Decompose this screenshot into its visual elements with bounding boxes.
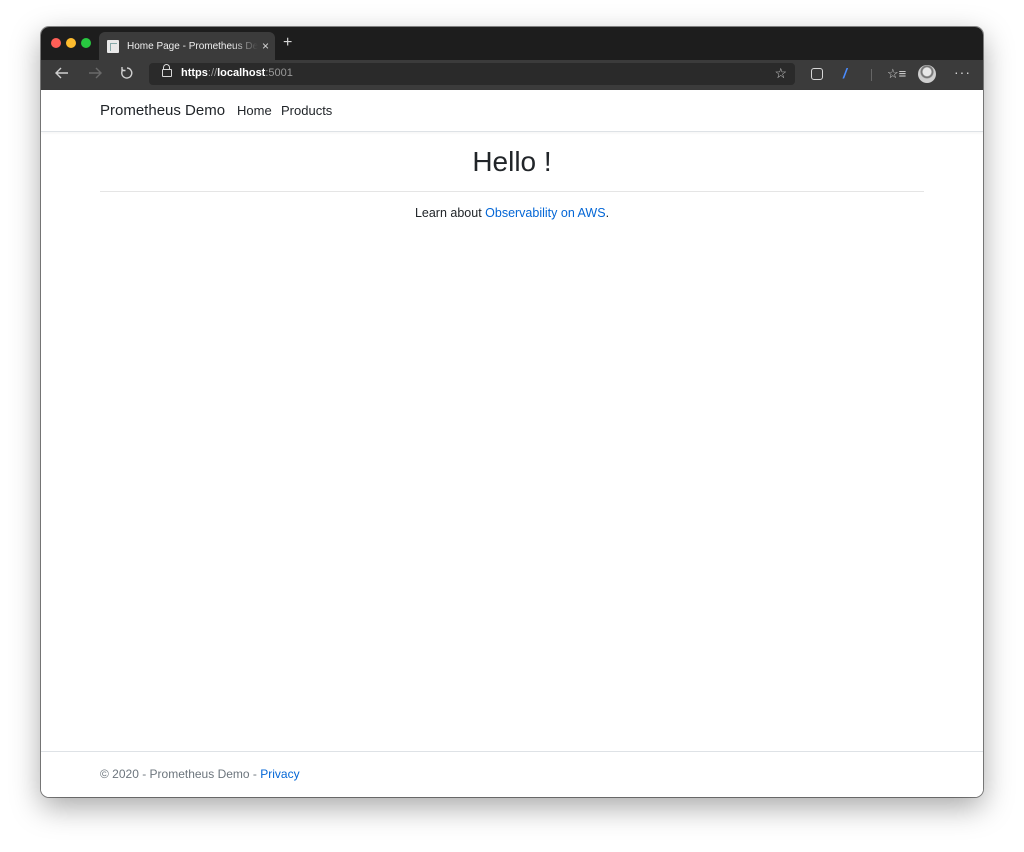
url-text: https://localhost:5001 bbox=[181, 67, 293, 79]
star-icon[interactable]: ☆ bbox=[774, 65, 787, 82]
lead-text: Learn about Observability on AWS. bbox=[41, 206, 983, 220]
page-favicon-icon bbox=[107, 39, 119, 53]
privacy-link[interactable]: Privacy bbox=[260, 767, 299, 781]
extension-icon[interactable] bbox=[811, 68, 823, 80]
web-page: Prometheus Demo Home Products Hello ! Le… bbox=[41, 90, 983, 797]
forward-arrow-icon[interactable] bbox=[88, 66, 102, 84]
address-bar[interactable]: https://localhost:5001 ☆ bbox=[149, 63, 795, 85]
tab-strip: Home Page - Prometheus Demo × + bbox=[41, 27, 983, 60]
back-arrow-icon[interactable] bbox=[55, 66, 69, 84]
site-navbar: Prometheus Demo Home Products bbox=[41, 90, 983, 132]
nav-link-home[interactable]: Home bbox=[237, 103, 272, 118]
lock-icon[interactable] bbox=[162, 64, 172, 77]
page-title: Hello ! bbox=[472, 146, 552, 177]
favorites-list-icon[interactable]: ☆≡ bbox=[887, 66, 906, 82]
observability-link[interactable]: Observability on AWS bbox=[485, 206, 605, 220]
close-window-button[interactable] bbox=[51, 38, 61, 48]
lead-prefix: Learn about bbox=[414, 206, 486, 220]
minimize-window-button[interactable] bbox=[66, 38, 76, 48]
navbar-brand[interactable]: Prometheus Demo bbox=[100, 102, 225, 119]
more-icon[interactable]: ··· bbox=[954, 64, 971, 80]
new-tab-button[interactable]: + bbox=[283, 35, 292, 51]
tab-close-icon[interactable]: × bbox=[262, 40, 269, 52]
footer-text: © 2020 - Prometheus Demo - Privacy bbox=[100, 767, 300, 781]
pen-extension-icon[interactable]: / bbox=[843, 65, 847, 81]
toolbar-divider bbox=[871, 69, 872, 81]
lead-suffix: . bbox=[605, 206, 610, 220]
profile-avatar-icon[interactable] bbox=[918, 65, 936, 83]
browser-toolbar: https://localhost:5001 ☆ / ☆≡ ··· bbox=[41, 60, 983, 90]
tab-title: Home Page - Prometheus Demo bbox=[127, 40, 258, 52]
nav-link-products[interactable]: Products bbox=[281, 103, 332, 118]
maximize-window-button[interactable] bbox=[81, 38, 91, 48]
browser-window: Home Page - Prometheus Demo × + https://… bbox=[41, 27, 983, 797]
copyright-text: © 2020 - Prometheus Demo - bbox=[100, 767, 261, 781]
divider bbox=[100, 191, 924, 192]
site-footer: © 2020 - Prometheus Demo - Privacy bbox=[41, 751, 983, 797]
tab-home-page[interactable]: Home Page - Prometheus Demo × bbox=[99, 32, 275, 60]
reload-icon[interactable] bbox=[120, 66, 134, 84]
